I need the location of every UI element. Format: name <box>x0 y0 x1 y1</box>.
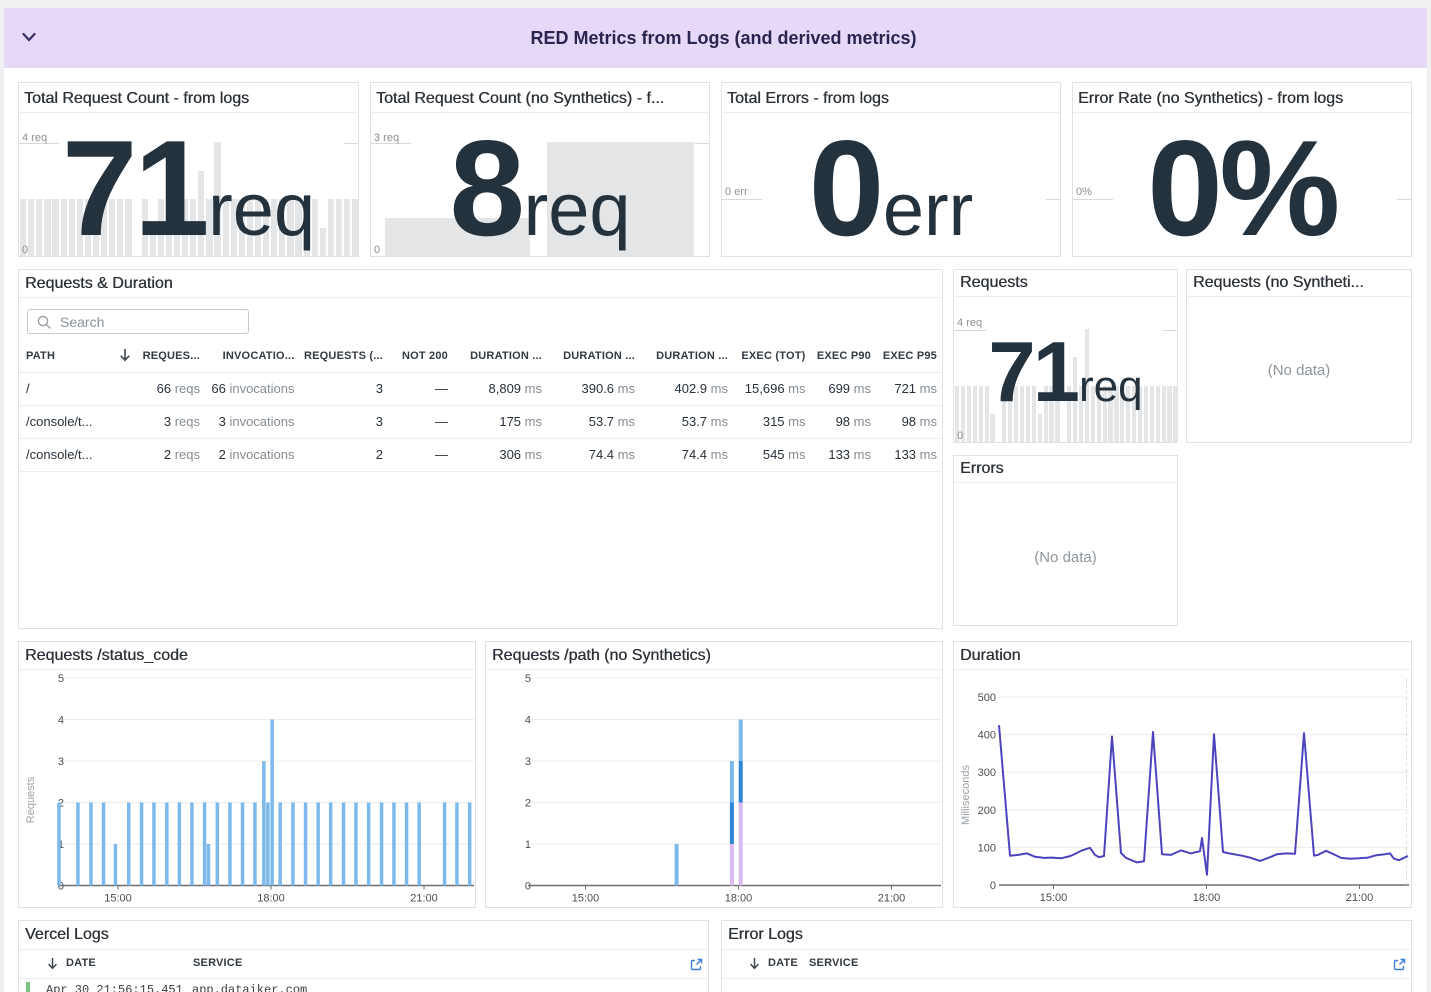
svg-text:4: 4 <box>58 715 64 727</box>
svg-text:3: 3 <box>525 756 531 768</box>
svg-text:200: 200 <box>978 805 996 817</box>
svg-text:100: 100 <box>978 842 996 854</box>
svg-text:21:00: 21:00 <box>878 893 906 905</box>
svg-text:18:00: 18:00 <box>1193 892 1221 904</box>
svg-text:21:00: 21:00 <box>410 893 438 905</box>
svg-text:3: 3 <box>58 756 64 768</box>
svg-text:15:00: 15:00 <box>572 893 600 905</box>
svg-text:5: 5 <box>58 673 64 685</box>
svg-text:0: 0 <box>990 880 996 892</box>
svg-text:5: 5 <box>525 673 531 685</box>
svg-text:15:00: 15:00 <box>104 893 132 905</box>
svg-text:Requests: Requests <box>25 776 37 823</box>
svg-text:18:00: 18:00 <box>257 893 285 905</box>
svg-text:Milliseconds: Milliseconds <box>960 765 972 825</box>
svg-text:2: 2 <box>525 798 531 810</box>
svg-text:500: 500 <box>978 692 996 704</box>
svg-text:400: 400 <box>978 730 996 742</box>
svg-text:18:00: 18:00 <box>725 893 753 905</box>
svg-text:0: 0 <box>525 881 531 893</box>
svg-text:4: 4 <box>525 715 531 727</box>
svg-text:1: 1 <box>525 839 531 851</box>
svg-text:15:00: 15:00 <box>1040 892 1068 904</box>
svg-text:300: 300 <box>978 767 996 779</box>
svg-text:21:00: 21:00 <box>1346 892 1374 904</box>
